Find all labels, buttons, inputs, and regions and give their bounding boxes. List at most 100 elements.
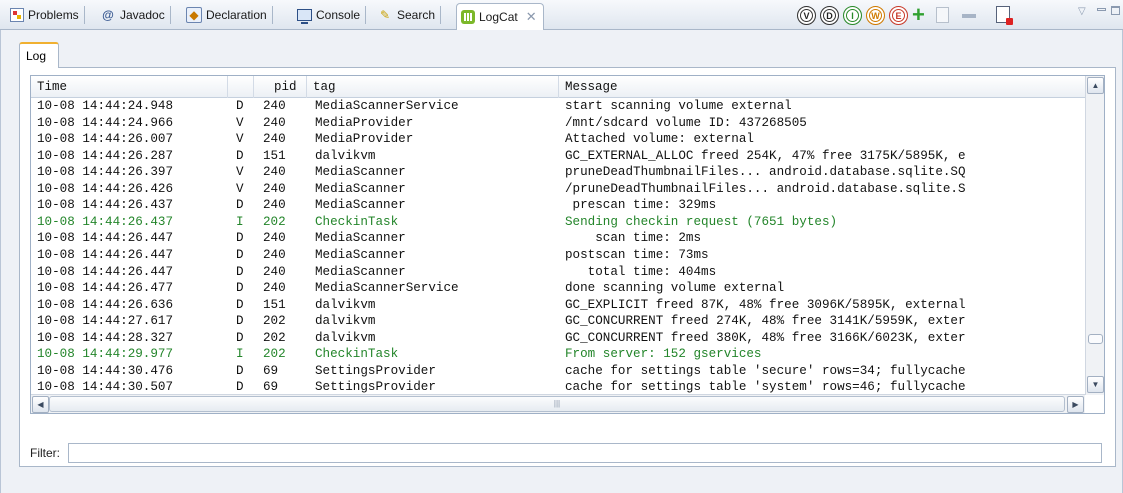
cell-level: V	[236, 115, 244, 130]
cell-tag: SettingsProvider	[315, 363, 436, 378]
cell-message: prescan time: 329ms	[565, 198, 717, 213]
table-row[interactable]: 10-08 14:44:30.476 D 69 SettingsProvider cac…	[31, 363, 1085, 380]
view-menu-icon[interactable]: ▽	[1078, 6, 1086, 17]
tab-console[interactable]: Console	[293, 3, 367, 27]
cell-pid: 151	[263, 148, 286, 163]
cell-tag: CheckinTask	[315, 214, 399, 229]
cell-time: 10-08 14:44:28.327	[37, 330, 174, 345]
table-row[interactable]: 10-08 14:44:28.327 D 202 dalvikvm GC_CONCURR…	[31, 330, 1085, 347]
cell-pid: 202	[263, 347, 286, 362]
column-header-level[interactable]	[228, 76, 254, 98]
info-filter-button[interactable]: I	[843, 6, 862, 25]
cell-pid: 240	[263, 231, 286, 246]
vertical-scrollbar[interactable]: ▲ ▼	[1085, 76, 1104, 395]
search-icon: ✎	[379, 8, 391, 22]
cell-time: 10-08 14:44:26.437	[37, 214, 174, 229]
plus-icon: +	[912, 2, 925, 27]
cell-tag: MediaScanner	[315, 264, 406, 279]
cell-level: D	[236, 330, 244, 345]
cell-time: 10-08 14:44:26.447	[37, 264, 174, 279]
column-header-time[interactable]: Time	[31, 76, 228, 98]
remove-filter-icon[interactable]	[962, 14, 976, 18]
cell-message: done scanning volume external	[565, 281, 785, 296]
column-header-pid[interactable]: pid	[254, 76, 307, 98]
scroll-left-icon[interactable]: ◀	[32, 396, 49, 413]
table-row[interactable]: 10-08 14:44:26.437 D 240 MediaScanner presc…	[31, 197, 1085, 214]
cell-time: 10-08 14:44:26.437	[37, 198, 174, 213]
debug-level-label: D	[826, 10, 833, 21]
scroll-right-icon[interactable]: ▶	[1067, 396, 1084, 413]
tab-search[interactable]: ✎ Search	[373, 3, 442, 27]
debug-filter-button[interactable]: D	[820, 6, 839, 25]
filter-input[interactable]	[68, 443, 1102, 463]
table-row[interactable]: 10-08 14:44:26.447 D 240 MediaScanner scan …	[31, 230, 1085, 247]
tab-log[interactable]: Log	[19, 42, 59, 68]
tab-logcat[interactable]: LogCat ✕	[456, 3, 544, 30]
tab-label: Console	[316, 8, 361, 22]
close-icon[interactable]: ✕	[526, 9, 537, 25]
tab-declaration[interactable]: ◆ Declaration	[182, 3, 273, 27]
minimize-icon[interactable]	[1097, 8, 1106, 11]
cell-level: D	[236, 247, 244, 262]
scroll-up-icon[interactable]: ▲	[1087, 77, 1104, 94]
cell-message: Attached volume: external	[565, 132, 754, 147]
cell-pid: 202	[263, 214, 286, 229]
table-row[interactable]: 10-08 14:44:26.477 D 240 MediaScannerServic…	[31, 280, 1085, 297]
table-row[interactable]: 10-08 14:44:26.007 V 240 MediaProvider Attac…	[31, 131, 1085, 148]
cell-level: D	[236, 314, 244, 329]
table-row[interactable]: 10-08 14:44:27.617 D 202 dalvikvm GC_CONCURR…	[31, 313, 1085, 330]
vertical-scroll-thumb[interactable]	[1088, 334, 1103, 344]
cell-level: V	[236, 132, 244, 147]
cell-pid: 69	[263, 380, 279, 395]
cell-message: total time: 404ms	[565, 264, 717, 279]
table-row[interactable]: 10-08 14:44:24.948 D 240 MediaScannerServic…	[31, 98, 1085, 115]
cell-pid: 202	[263, 314, 286, 329]
add-filter-button[interactable]: +	[912, 4, 925, 26]
tab-problems[interactable]: Problems	[6, 3, 85, 27]
error-filter-button[interactable]: E	[889, 6, 908, 25]
cell-message: start scanning volume external	[565, 99, 792, 113]
cell-time: 10-08 14:44:30.507	[37, 380, 174, 395]
clear-log-icon[interactable]	[996, 6, 1013, 25]
table-row[interactable]: 10-08 14:44:26.287 D 151 dalvikvm GC_EXTERNA…	[31, 148, 1085, 165]
tab-label: Javadoc	[120, 8, 165, 22]
cell-time: 10-08 14:44:26.636	[37, 297, 174, 312]
table-row[interactable]: 10-08 14:44:30.507 D 69 SettingsProvider cac…	[31, 379, 1085, 395]
horizontal-scrollbar[interactable]: ◀ ||| ▶	[31, 394, 1085, 413]
cell-time: 10-08 14:44:26.426	[37, 181, 174, 196]
scroll-down-icon[interactable]: ▼	[1087, 376, 1104, 393]
edit-filter-icon[interactable]	[936, 7, 949, 23]
cell-message: cache for settings table 'secure' rows=3…	[565, 363, 966, 378]
cell-level: D	[236, 281, 244, 296]
javadoc-icon: @	[102, 8, 114, 22]
verbose-filter-button[interactable]: V	[797, 6, 816, 25]
cell-tag: dalvikvm	[315, 148, 376, 163]
cell-tag: MediaScanner	[315, 181, 406, 196]
table-row[interactable]: 10-08 14:44:26.397 V 240 MediaScanner pruneD…	[31, 164, 1085, 181]
column-header-message[interactable]: Message	[559, 76, 1085, 98]
maximize-icon[interactable]	[1111, 6, 1120, 15]
cell-pid: 240	[263, 115, 286, 130]
filter-label: Filter:	[30, 446, 60, 460]
cell-tag: MediaScanner	[315, 198, 406, 213]
table-row[interactable]: 10-08 14:44:26.426 V 240 MediaScanner/prune…	[31, 181, 1085, 198]
table-row[interactable]: 10-08 14:44:26.636 D 151 dalvikvm GC_EXPLICI…	[31, 297, 1085, 314]
declaration-icon: ◆	[186, 7, 202, 23]
cell-message: GC_EXPLICIT freed 87K, 48% free 3096K/58…	[565, 297, 966, 312]
info-level-label: I	[851, 10, 854, 21]
cell-message: postscan time: 73ms	[565, 247, 709, 262]
cell-tag: MediaScanner	[315, 165, 406, 180]
table-row[interactable]: 10-08 14:44:26.447 D 240 MediaScanner total…	[31, 264, 1085, 281]
horizontal-scroll-thumb[interactable]: |||	[49, 396, 1065, 412]
log-rows: 10-08 14:44:24.948 D 240 MediaScannerServic…	[31, 98, 1085, 395]
cell-time: 10-08 14:44:26.397	[37, 165, 174, 180]
column-header-tag[interactable]: tag	[307, 76, 559, 98]
table-row[interactable]: 10-08 14:44:29.977 I 202 CheckinTask From se…	[31, 346, 1085, 363]
table-row[interactable]: 10-08 14:44:26.447 D 240 MediaScanner postsc…	[31, 247, 1085, 264]
cell-pid: 151	[263, 297, 286, 312]
table-row[interactable]: 10-08 14:44:24.966 V 240 MediaProvider/mnt/…	[31, 115, 1085, 132]
warning-filter-button[interactable]: W	[866, 6, 885, 25]
tab-javadoc[interactable]: @ Javadoc	[96, 3, 171, 27]
logcat-icon	[461, 10, 475, 24]
table-row[interactable]: 10-08 14:44:26.437 I 202 CheckinTask Sending…	[31, 214, 1085, 231]
